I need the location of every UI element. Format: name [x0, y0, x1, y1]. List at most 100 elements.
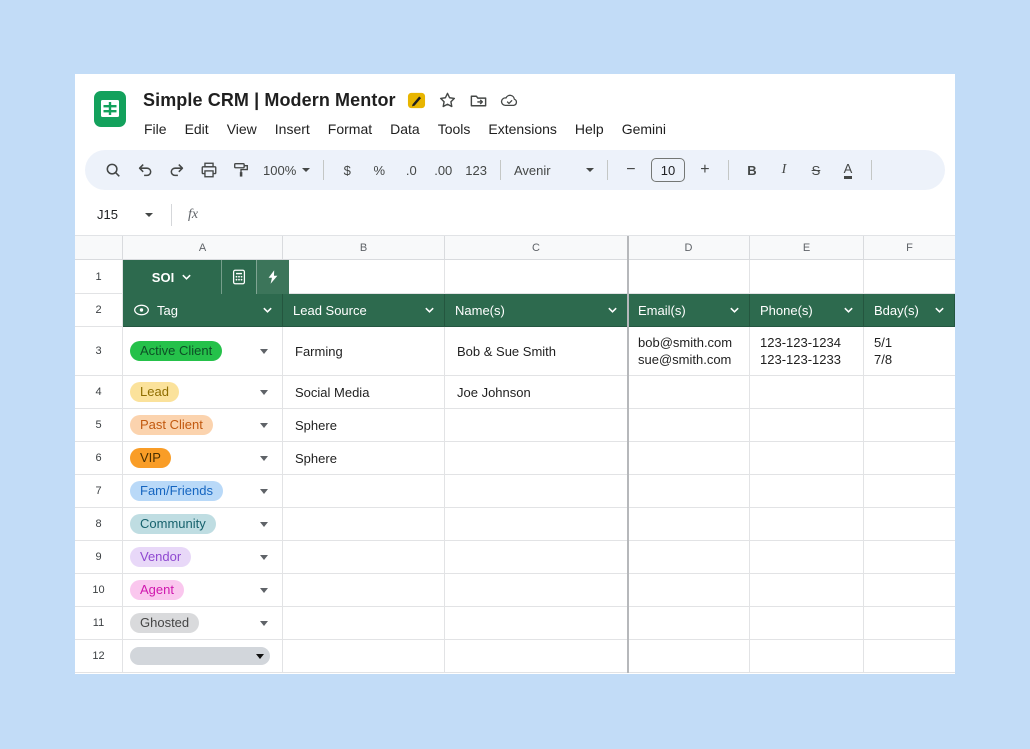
tag-pill[interactable]: Vendor: [130, 547, 191, 567]
increase-font-size-button[interactable]: +: [692, 156, 718, 184]
bday-cell[interactable]: [864, 376, 955, 409]
bday-cell[interactable]: [864, 640, 955, 673]
chevron-down-icon[interactable]: [424, 306, 435, 314]
column-header-e[interactable]: E: [750, 236, 864, 260]
row-number[interactable]: 1: [75, 260, 123, 294]
phone-cell[interactable]: [750, 574, 864, 607]
empty-cell[interactable]: [283, 260, 445, 294]
phone-cell[interactable]: [750, 409, 864, 442]
menu-gemini[interactable]: Gemini: [613, 117, 675, 141]
bday-cell[interactable]: [864, 442, 955, 475]
column-header-b[interactable]: B: [283, 236, 445, 260]
bday-cell[interactable]: [864, 607, 955, 640]
dropdown-arrow-icon[interactable]: [260, 621, 268, 626]
empty-tag-dropdown[interactable]: [130, 647, 270, 665]
menu-view[interactable]: View: [218, 117, 266, 141]
header-cell-lead-source[interactable]: Lead Source: [283, 294, 445, 327]
tag-pill[interactable]: Community: [130, 514, 216, 534]
email-cell[interactable]: [628, 508, 750, 541]
email-cell[interactable]: [628, 574, 750, 607]
tag-pill[interactable]: VIP: [130, 448, 171, 468]
header-cell-names[interactable]: Name(s): [445, 294, 628, 327]
chevron-down-icon[interactable]: [843, 306, 854, 314]
menu-format[interactable]: Format: [319, 117, 381, 141]
name-box[interactable]: J15: [97, 207, 143, 222]
soi-table-dropdown[interactable]: SOI: [123, 260, 221, 294]
calculator-button[interactable]: [221, 260, 256, 294]
name-cell[interactable]: [445, 475, 628, 508]
row-number[interactable]: 3: [75, 327, 123, 376]
frozen-pane-divider[interactable]: [627, 236, 629, 673]
phone-cell[interactable]: [750, 607, 864, 640]
cloud-status-icon[interactable]: [500, 90, 520, 110]
tag-cell[interactable]: Community: [123, 508, 283, 541]
tag-pill[interactable]: Lead: [130, 382, 179, 402]
tag-cell[interactable]: Lead: [123, 376, 283, 409]
font-family-dropdown[interactable]: Avenir: [511, 156, 597, 184]
name-cell[interactable]: [445, 640, 628, 673]
dropdown-arrow-icon[interactable]: [260, 456, 268, 461]
header-cell-phones[interactable]: Phone(s): [750, 294, 864, 327]
phone-cell[interactable]: [750, 442, 864, 475]
header-cell-bdays[interactable]: Bday(s): [864, 294, 955, 327]
name-cell[interactable]: Joe Johnson: [445, 376, 628, 409]
lead-source-cell[interactable]: Sphere: [283, 409, 445, 442]
tag-cell[interactable]: Fam/Friends: [123, 475, 283, 508]
tag-pill[interactable]: Agent: [130, 580, 184, 600]
percent-format-button[interactable]: %: [366, 156, 392, 184]
name-cell[interactable]: [445, 607, 628, 640]
dropdown-arrow-icon[interactable]: [260, 489, 268, 494]
soi-cell[interactable]: SOI: [123, 260, 283, 294]
bday-cell[interactable]: 5/17/8: [864, 327, 955, 376]
empty-cell[interactable]: [864, 260, 955, 294]
italic-button[interactable]: I: [771, 156, 797, 184]
column-header-f[interactable]: F: [864, 236, 955, 260]
select-all-corner[interactable]: [75, 236, 123, 260]
row-number[interactable]: 12: [75, 640, 123, 673]
chevron-down-icon[interactable]: [729, 306, 740, 314]
lead-source-cell[interactable]: [283, 640, 445, 673]
tag-pill[interactable]: Fam/Friends: [130, 481, 223, 501]
lead-source-cell[interactable]: [283, 541, 445, 574]
star-icon[interactable]: [438, 90, 458, 110]
print-button[interactable]: [196, 156, 222, 184]
dropdown-arrow-icon[interactable]: [260, 588, 268, 593]
row-number[interactable]: 9: [75, 541, 123, 574]
lead-source-cell[interactable]: Social Media: [283, 376, 445, 409]
lead-source-cell[interactable]: Farming: [283, 327, 445, 376]
header-cell-tag[interactable]: Tag: [123, 294, 283, 327]
email-cell[interactable]: [628, 376, 750, 409]
name-cell[interactable]: [445, 409, 628, 442]
email-cell[interactable]: [628, 607, 750, 640]
decrease-font-size-button[interactable]: −: [618, 156, 644, 184]
row-number[interactable]: 7: [75, 475, 123, 508]
email-cell[interactable]: bob@smith.comsue@smith.com: [628, 327, 750, 376]
zoom-dropdown[interactable]: 100%: [260, 156, 313, 184]
chevron-down-icon[interactable]: [934, 306, 945, 314]
redo-button[interactable]: [164, 156, 190, 184]
quick-actions-button[interactable]: [256, 260, 289, 294]
email-cell[interactable]: [628, 409, 750, 442]
phone-cell[interactable]: [750, 475, 864, 508]
lead-source-cell[interactable]: Sphere: [283, 442, 445, 475]
lead-source-cell[interactable]: [283, 508, 445, 541]
menu-file[interactable]: File: [135, 117, 176, 141]
row-number[interactable]: 4: [75, 376, 123, 409]
currency-format-button[interactable]: $: [334, 156, 360, 184]
menu-extensions[interactable]: Extensions: [479, 117, 565, 141]
tag-cell[interactable]: [123, 640, 283, 673]
bday-cell[interactable]: [864, 475, 955, 508]
bday-cell[interactable]: [864, 541, 955, 574]
name-cell[interactable]: [445, 442, 628, 475]
column-header-c[interactable]: C: [445, 236, 628, 260]
phone-cell[interactable]: [750, 508, 864, 541]
lead-source-cell[interactable]: [283, 607, 445, 640]
bday-cell[interactable]: [864, 409, 955, 442]
text-color-button[interactable]: A: [844, 162, 853, 179]
row-number[interactable]: 10: [75, 574, 123, 607]
tag-cell[interactable]: VIP: [123, 442, 283, 475]
menu-insert[interactable]: Insert: [266, 117, 319, 141]
phone-cell[interactable]: [750, 640, 864, 673]
chevron-down-icon[interactable]: [262, 306, 273, 314]
dropdown-arrow-icon[interactable]: [260, 349, 268, 354]
